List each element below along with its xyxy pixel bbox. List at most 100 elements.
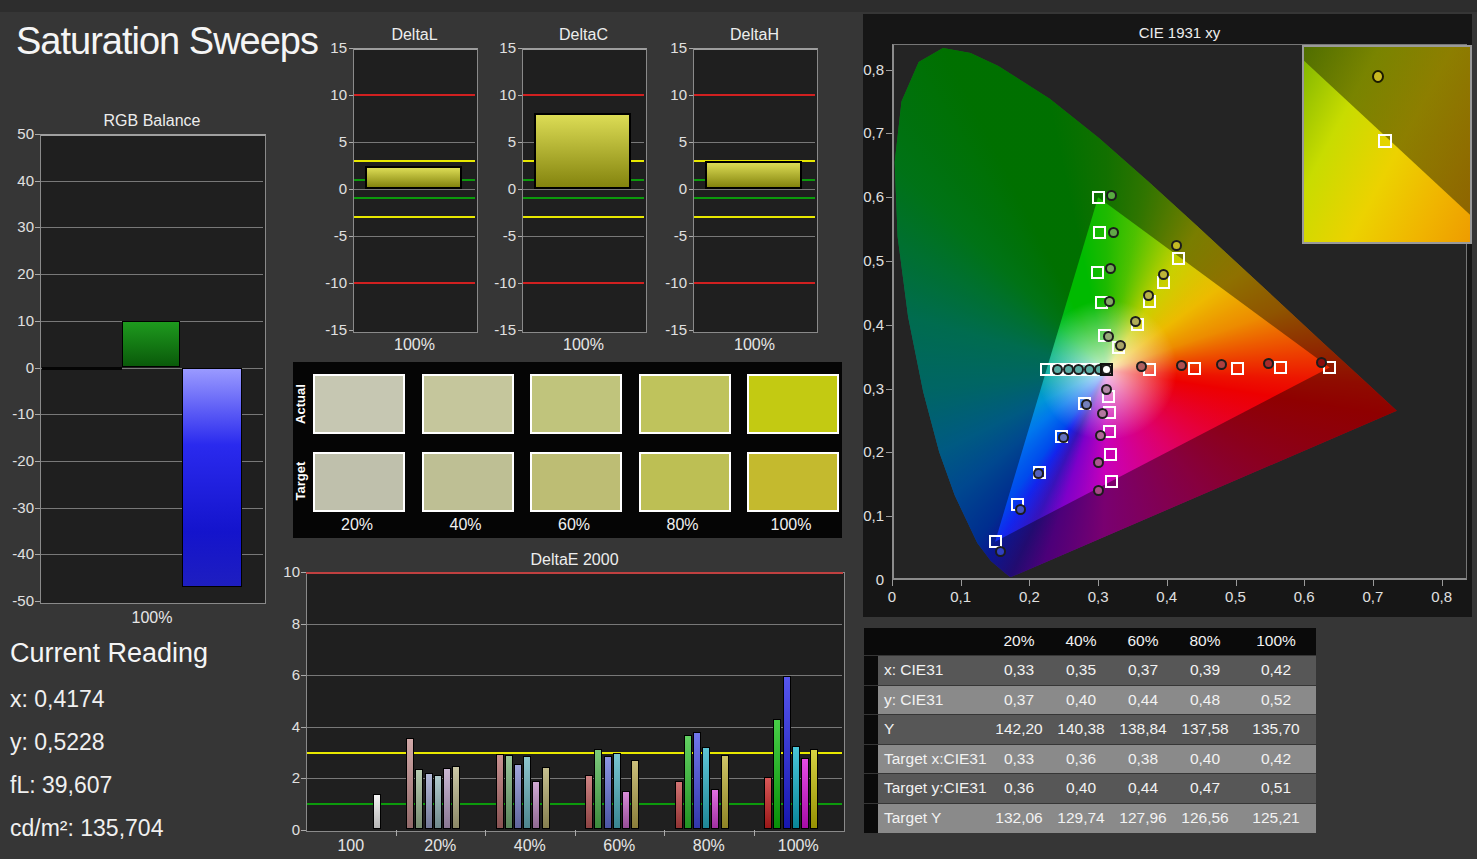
delta_h-tick-label: 10 [657,86,687,103]
cie-xtick-label: 0,6 [1284,588,1324,605]
current-reading-x: x: 0,4174 [10,686,105,713]
swatch-target-20% [313,452,405,512]
delta_h-tick [689,330,693,331]
delta_h-tick-label: -15 [657,321,687,338]
delta_h-tick-label: 5 [657,133,687,150]
delta_c-tick [518,48,522,49]
cie-xtick [961,580,962,586]
table-cell: 0,35 [1050,661,1112,679]
cie-measured-magenta-0 [1101,384,1112,395]
delta_l-limit-line [354,160,475,162]
delta_c-gridline [523,189,644,190]
delta_h-tick [689,236,693,237]
cie-inset-measured-point [1372,70,1384,83]
deltae-bar-40%-green [505,755,513,829]
cie-ytick [886,70,892,71]
deltae-limit-yellow [307,752,842,754]
table-cell: 142,20 [988,720,1050,738]
table-cell: 0,40 [1050,691,1112,709]
rgb-tick-label: 10 [2,312,34,329]
cie-ytick [886,325,892,326]
cie-ytick-label: 0,7 [850,124,884,141]
delta_h-gridline [694,236,815,237]
delta_h-gridline [694,142,815,143]
deltae-bar-80%-blue [693,732,701,829]
cie-ytick [886,389,892,390]
deltae-bar-20%-yellow [452,766,460,830]
delta_l-tick [349,330,353,331]
deltae-tick-label: 10 [268,563,300,580]
cie-target-green-2 [1091,266,1104,279]
deltae-bar-40%-cyan [523,756,531,829]
cie-measured-magenta-1 [1097,408,1108,419]
delta_l-plot [353,48,478,333]
delta_h-tick [689,95,693,96]
delta_h-limit-line [694,94,815,96]
delta_c-tick-label: -10 [486,274,516,291]
cie-xtick-label: 0,1 [941,588,981,605]
deltae-bar-100%-yellow [810,749,818,829]
deltae-tick [301,778,306,779]
cie-measured-blue-0 [1081,399,1092,410]
cie-measured-green-2 [1105,263,1116,274]
cie-measured-red-0 [1136,361,1147,372]
cie-title: CIE 1931 xy [892,24,1467,41]
rgb-bar-blue [182,368,242,587]
delta_c-limit-line [523,216,644,218]
cie-target-yellow-4 [1172,252,1185,265]
table-row-chip [864,804,878,833]
deltae-bar-40%-magenta [532,781,540,829]
table-cell: 137,58 [1174,720,1236,738]
cie-xtick-label: 0,7 [1353,588,1393,605]
table-cell: 0,42 [1236,750,1316,768]
rgb-tick [35,134,40,135]
deltae-bar-60%-cyan [613,753,621,829]
rgb-gridline [41,181,263,182]
delta_h-tick [689,48,693,49]
rgb-tick-label: -40 [2,545,34,562]
cie-xtick-label: 0,2 [1009,588,1049,605]
deltae-tick-label: 4 [268,718,300,735]
rgb-gridline [41,227,263,228]
delta_l-tick [349,283,353,284]
deltae-group-tick [754,830,755,836]
rgb-tick-label: -30 [2,499,34,516]
cie-target-magenta-4 [1105,475,1118,488]
cie-white-point-target [1100,363,1113,376]
deltae-group-tick [575,830,576,836]
rgb-bar-green [122,321,180,368]
cie-ytick-label: 0,6 [850,188,884,205]
cie-target-red-2 [1231,362,1244,375]
cie-ytick-label: 0,5 [850,252,884,269]
deltae-bar-80%-green [684,735,692,829]
rgb-gridline [41,274,263,275]
table-cell: 0,38 [1112,750,1174,768]
rgb-tick [35,181,40,182]
delta_h-tick [689,142,693,143]
delta_h-tick-label: 0 [657,180,687,197]
cie-ytick-label: 0,8 [850,61,884,78]
swatch-actual-20% [313,374,405,434]
table-cell: 126,56 [1174,809,1236,827]
deltae-tick-label: 0 [268,821,300,838]
deltae-bar-80%-magenta [711,789,719,829]
table-cell: 0,52 [1236,691,1316,709]
table-header-100%: 100% [1236,632,1316,650]
delta_c-tick-label: 5 [486,133,516,150]
table-cell: 138,84 [1112,720,1174,738]
deltae-tick-label: 2 [268,769,300,786]
cie-measured-green-3 [1108,227,1119,238]
deltae-gridline [307,727,842,728]
swatch-actual-80% [639,374,731,434]
table-row-chip [864,774,878,803]
swatch-actual-60% [530,374,622,434]
deltae-bar-20%-red [406,738,414,829]
table-header-60%: 60% [1112,632,1174,650]
table-row-label: Target Y [884,809,994,827]
current-reading-cd/m²: cd/m²: 135,704 [10,815,163,842]
delta_l-tick-label: 5 [317,133,347,150]
delta_l-tick [349,142,353,143]
delta_c-tick [518,236,522,237]
deltae-bar-60%-red [585,775,593,829]
cie-measured-green-4 [1106,190,1117,201]
